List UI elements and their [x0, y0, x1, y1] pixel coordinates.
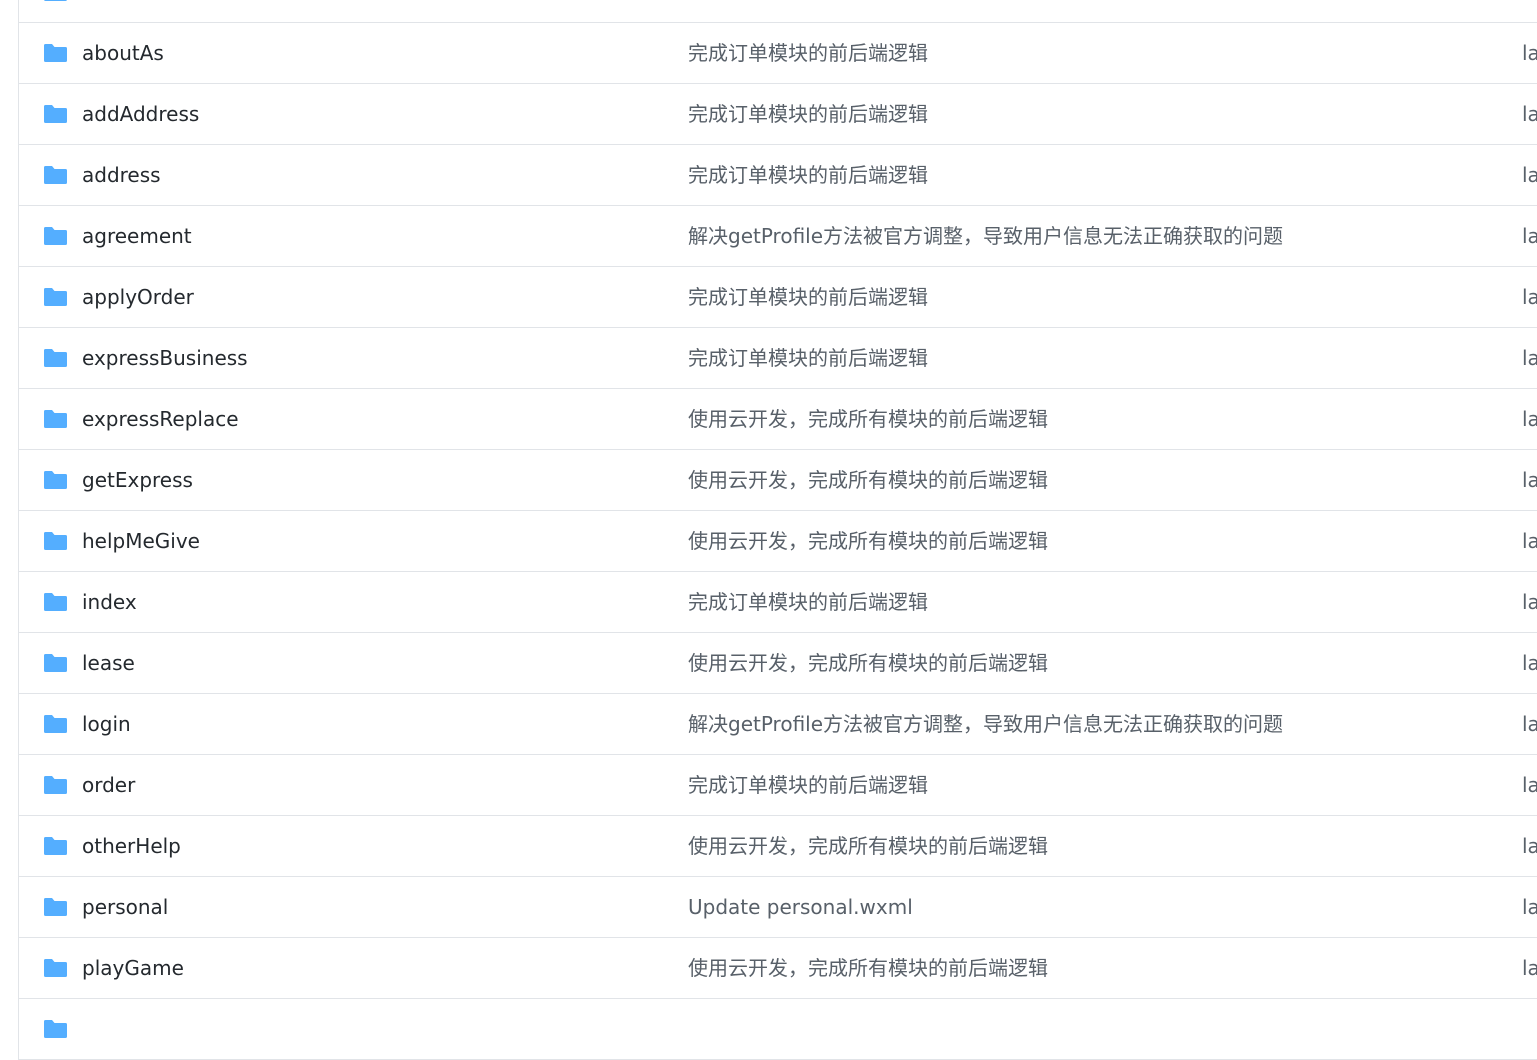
commit-message-link[interactable]: 使用云开发，完成所有模块的前后端逻辑	[688, 816, 1048, 876]
folder-icon	[43, 409, 68, 429]
table-row[interactable]: expressReplace 使用云开发，完成所有模块的前后端逻辑 la	[19, 389, 1537, 450]
folder-name-link[interactable]: playGame	[82, 938, 184, 998]
commit-age: la	[1522, 529, 1537, 553]
commit-age: la	[1522, 346, 1537, 370]
folder-name-link[interactable]: order	[82, 755, 135, 815]
folder-icon	[43, 226, 68, 246]
commit-message-link[interactable]: 使用云开发，完成所有模块的前后端逻辑	[688, 389, 1048, 449]
commit-message-link[interactable]: 使用云开发，完成所有模块的前后端逻辑	[688, 938, 1048, 998]
table-row[interactable]: personal Update personal.wxml la	[19, 877, 1537, 938]
folder-icon	[43, 348, 68, 368]
commit-age: la	[1522, 468, 1537, 492]
table-row[interactable]: helpMeGive 使用云开发，完成所有模块的前后端逻辑 la	[19, 511, 1537, 572]
commit-message-link[interactable]: 使用云开发，完成所有模块的前后端逻辑	[688, 633, 1048, 693]
table-row[interactable]: otherHelp 使用云开发，完成所有模块的前后端逻辑 la	[19, 816, 1537, 877]
table-row[interactable]: lease 使用云开发，完成所有模块的前后端逻辑 la	[19, 633, 1537, 694]
commit-message-link[interactable]: 完成订单模块的前后端逻辑	[688, 23, 928, 83]
commit-age: la	[1522, 285, 1537, 309]
table-row[interactable]: login 解决getProfile方法被官方调整，导致用户信息无法正确获取的问题…	[19, 694, 1537, 755]
folder-name-link[interactable]: personal	[82, 877, 168, 937]
commit-message-link[interactable]: 完成订单模块的前后端逻辑	[688, 145, 928, 205]
folder-icon	[43, 287, 68, 307]
table-row[interactable]: agreement 解决getProfile方法被官方调整，导致用户信息无法正确获…	[19, 206, 1537, 267]
table-row[interactable]: playGame 使用云开发，完成所有模块的前后端逻辑 la	[19, 938, 1537, 999]
commit-age: la	[1522, 895, 1537, 919]
folder-name-link[interactable]: lease	[82, 633, 135, 693]
folder-icon	[43, 836, 68, 856]
table-row[interactable]: addAddress 完成订单模块的前后端逻辑 la	[19, 84, 1537, 145]
commit-age: la	[1522, 956, 1537, 980]
commit-age	[1522, 999, 1537, 1059]
folder-name-link[interactable]: getExpress	[82, 450, 193, 510]
table-row[interactable]: index 完成订单模块的前后端逻辑 la	[19, 572, 1537, 633]
file-list: aboutAs 完成订单模块的前后端逻辑 la addAddress 完成订单模块的前后…	[18, 0, 1537, 1060]
folder-name-link[interactable]: index	[82, 572, 137, 632]
commit-message-link[interactable]: Update personal.wxml	[688, 877, 913, 937]
folder-icon	[43, 775, 68, 795]
folder-icon	[43, 592, 68, 612]
commit-age	[1522, 0, 1537, 22]
table-row[interactable]: order 完成订单模块的前后端逻辑 la	[19, 755, 1537, 816]
table-row[interactable]: applyOrder 完成订单模块的前后端逻辑 la	[19, 267, 1537, 328]
commit-message-link[interactable]: 解决getProfile方法被官方调整，导致用户信息无法正确获取的问题	[688, 206, 1283, 266]
folder-icon	[43, 958, 68, 978]
commit-age: la	[1522, 834, 1537, 858]
commit-age: la	[1522, 224, 1537, 248]
folder-name-link[interactable]: agreement	[82, 206, 192, 266]
folder-icon	[43, 0, 68, 2]
commit-age: la	[1522, 773, 1537, 797]
folder-icon	[43, 531, 68, 551]
folder-name-link[interactable]: otherHelp	[82, 816, 181, 876]
commit-age: la	[1522, 590, 1537, 614]
commit-age: la	[1522, 163, 1537, 187]
commit-message-link[interactable]: 解决getProfile方法被官方调整，导致用户信息无法正确获取的问题	[688, 694, 1283, 754]
commit-age: la	[1522, 651, 1537, 675]
commit-age: la	[1522, 41, 1537, 65]
folder-name-link[interactable]: applyOrder	[82, 267, 194, 327]
folder-name-link[interactable]: helpMeGive	[82, 511, 200, 571]
folder-name-link[interactable]: aboutAs	[82, 23, 164, 83]
folder-icon	[43, 165, 68, 185]
folder-icon	[43, 470, 68, 490]
commit-message-link[interactable]: 使用云开发，完成所有模块的前后端逻辑	[688, 511, 1048, 571]
folder-icon	[43, 43, 68, 63]
folder-icon	[43, 653, 68, 673]
folder-icon	[43, 897, 68, 917]
folder-name-link[interactable]: address	[82, 145, 161, 205]
commit-age: la	[1522, 102, 1537, 126]
commit-age: la	[1522, 407, 1537, 431]
folder-icon	[43, 1019, 68, 1039]
folder-icon	[43, 714, 68, 734]
commit-message-link[interactable]: 完成订单模块的前后端逻辑	[688, 267, 928, 327]
folder-name-link[interactable]: addAddress	[82, 84, 199, 144]
table-row[interactable]: getExpress 使用云开发，完成所有模块的前后端逻辑 la	[19, 450, 1537, 511]
commit-message-link[interactable]: 完成订单模块的前后端逻辑	[688, 572, 928, 632]
commit-message-link[interactable]: 使用云开发，完成所有模块的前后端逻辑	[688, 450, 1048, 510]
commit-message-link[interactable]: 完成订单模块的前后端逻辑	[688, 84, 928, 144]
folder-name-link[interactable]: expressReplace	[82, 389, 239, 449]
table-row[interactable]: aboutAs 完成订单模块的前后端逻辑 la	[19, 23, 1537, 84]
folder-name-link[interactable]: expressBusiness	[82, 328, 248, 388]
table-row[interactable]	[19, 999, 1537, 1060]
folder-icon	[43, 104, 68, 124]
folder-name-link[interactable]: login	[82, 694, 131, 754]
table-row[interactable]: expressBusiness 完成订单模块的前后端逻辑 la	[19, 328, 1537, 389]
table-row[interactable]	[19, 0, 1537, 23]
commit-message-link[interactable]: 完成订单模块的前后端逻辑	[688, 755, 928, 815]
commit-age: la	[1522, 712, 1537, 736]
table-row[interactable]: address 完成订单模块的前后端逻辑 la	[19, 145, 1537, 206]
commit-message-link[interactable]: 完成订单模块的前后端逻辑	[688, 328, 928, 388]
